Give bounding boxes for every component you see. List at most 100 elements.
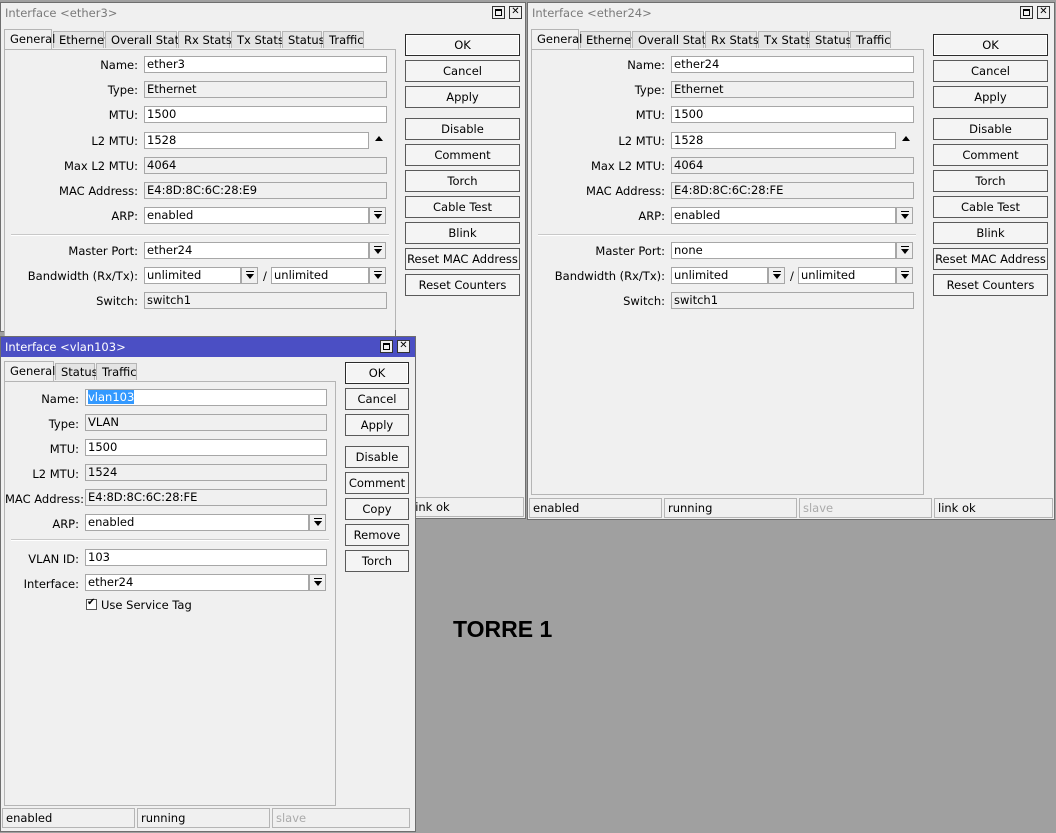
master-port-label: Master Port: xyxy=(595,244,665,258)
tab-overall-stats[interactable]: Overall Stats xyxy=(632,31,712,48)
arp-select[interactable]: enabled xyxy=(85,514,309,531)
torch-button[interactable]: Torch xyxy=(933,170,1048,192)
disable-button[interactable]: Disable xyxy=(933,118,1048,140)
service-tag-checkbox[interactable] xyxy=(86,597,97,610)
disable-button[interactable]: Disable xyxy=(345,446,409,468)
tab-status[interactable]: Status xyxy=(55,363,98,380)
arp-select[interactable]: enabled xyxy=(671,207,896,224)
mtu-field[interactable]: 1500 xyxy=(671,106,914,123)
chevron-down-icon[interactable] xyxy=(369,267,386,284)
cancel-button[interactable]: Cancel xyxy=(405,60,520,82)
l2mtu-field[interactable]: 1528 xyxy=(144,132,369,149)
ok-button[interactable]: OK xyxy=(345,362,409,384)
torch-button[interactable]: Torch xyxy=(345,550,409,572)
maximize-icon[interactable] xyxy=(1020,6,1033,19)
tab-rx-stats[interactable]: Rx Stats xyxy=(705,31,759,48)
collapse-up-icon[interactable] xyxy=(902,136,910,141)
bandwidth-tx-select[interactable]: unlimited xyxy=(798,267,896,284)
mtu-field[interactable]: 1500 xyxy=(85,439,327,456)
vlan-id-field[interactable]: 103 xyxy=(85,549,327,566)
cable-test-button[interactable]: Cable Test xyxy=(933,196,1048,218)
bandwidth-label: Bandwidth (Rx/Tx): xyxy=(554,269,665,283)
bandwidth-rx-select[interactable]: unlimited xyxy=(671,267,768,284)
mtu-label: MTU: xyxy=(635,108,665,122)
chevron-down-icon[interactable] xyxy=(896,207,913,224)
maximize-icon[interactable] xyxy=(380,340,393,353)
cable-test-button[interactable]: Cable Test xyxy=(405,196,520,218)
blink-button[interactable]: Blink xyxy=(405,222,520,244)
maximize-icon[interactable] xyxy=(492,6,505,19)
collapse-up-icon[interactable] xyxy=(375,136,383,141)
tab-status[interactable]: Status xyxy=(282,31,325,48)
name-field[interactable]: ether3 xyxy=(144,56,387,73)
type-label: Type: xyxy=(48,417,79,431)
chevron-down-icon[interactable] xyxy=(309,574,326,591)
chevron-down-icon[interactable] xyxy=(241,267,258,284)
window-title: Interface <ether3> xyxy=(1,3,525,23)
close-icon[interactable]: ✕ xyxy=(1037,6,1050,19)
tab-status[interactable]: Status xyxy=(809,31,852,48)
tab-ethernet[interactable]: Ethernet xyxy=(580,31,636,48)
mac-field: E4:8D:8C:6C:28:FE xyxy=(85,489,327,506)
tab-general[interactable]: General xyxy=(531,29,582,49)
apply-button[interactable]: Apply xyxy=(933,86,1048,108)
chevron-down-icon[interactable] xyxy=(369,242,386,259)
vlan-id-label: VLAN ID: xyxy=(28,552,79,566)
l2mtu-label: L2 MTU: xyxy=(91,134,138,148)
apply-button[interactable]: Apply xyxy=(405,86,520,108)
disable-button[interactable]: Disable xyxy=(405,118,520,140)
tab-general[interactable]: General xyxy=(4,361,55,381)
l2mtu-field[interactable]: 1528 xyxy=(671,132,896,149)
apply-button[interactable]: Apply xyxy=(345,414,409,436)
ok-button[interactable]: OK xyxy=(405,34,520,56)
tab-traffic[interactable]: Traffic xyxy=(850,31,891,48)
close-icon[interactable]: ✕ xyxy=(509,6,522,19)
blink-button[interactable]: Blink xyxy=(933,222,1048,244)
close-icon[interactable]: ✕ xyxy=(397,340,410,353)
bandwidth-rx-select[interactable]: unlimited xyxy=(144,267,241,284)
name-value: vlan103 xyxy=(88,390,135,404)
type-field: Ethernet xyxy=(144,81,387,98)
copy-button[interactable]: Copy xyxy=(345,498,409,520)
l2mtu-label: L2 MTU: xyxy=(32,467,79,481)
mtu-label: MTU: xyxy=(108,108,138,122)
chevron-down-icon[interactable] xyxy=(896,267,913,284)
tab-tx-stats[interactable]: Tx Stats xyxy=(231,31,284,48)
chevron-down-icon[interactable] xyxy=(768,267,785,284)
max-l2mtu-field: 4064 xyxy=(671,157,914,174)
switch-label: Switch: xyxy=(623,294,665,308)
tab-traffic[interactable]: Traffic xyxy=(96,363,137,380)
caption-text: TORRE 1 xyxy=(453,616,553,642)
tab-traffic[interactable]: Traffic xyxy=(323,31,364,48)
name-field[interactable]: ether24 xyxy=(671,56,914,73)
comment-button[interactable]: Comment xyxy=(345,472,409,494)
remove-button[interactable]: Remove xyxy=(345,524,409,546)
tab-rx-stats[interactable]: Rx Stats xyxy=(178,31,232,48)
mtu-label: MTU: xyxy=(49,442,79,456)
cancel-button[interactable]: Cancel xyxy=(345,388,409,410)
comment-button[interactable]: Comment xyxy=(405,144,520,166)
mtu-field[interactable]: 1500 xyxy=(144,106,387,123)
torch-button[interactable]: Torch xyxy=(405,170,520,192)
chevron-down-icon[interactable] xyxy=(369,207,386,224)
cancel-button[interactable]: Cancel xyxy=(933,60,1048,82)
reset-mac-button[interactable]: Reset MAC Address xyxy=(933,248,1048,270)
tab-general[interactable]: General xyxy=(4,29,55,49)
arp-select[interactable]: enabled xyxy=(144,207,369,224)
chevron-down-icon[interactable] xyxy=(896,242,913,259)
reset-counters-button[interactable]: Reset Counters xyxy=(405,274,520,296)
tab-tx-stats[interactable]: Tx Stats xyxy=(758,31,811,48)
bandwidth-tx-select[interactable]: unlimited xyxy=(271,267,369,284)
interface-select[interactable]: ether24 xyxy=(85,574,309,591)
type-label: Type: xyxy=(107,83,138,97)
name-field[interactable]: vlan103 xyxy=(85,389,327,406)
ok-button[interactable]: OK xyxy=(933,34,1048,56)
master-port-select[interactable]: none xyxy=(671,242,896,259)
reset-counters-button[interactable]: Reset Counters xyxy=(933,274,1048,296)
master-port-select[interactable]: ether24 xyxy=(144,242,369,259)
comment-button[interactable]: Comment xyxy=(933,144,1048,166)
tab-overall-stats[interactable]: Overall Stats xyxy=(105,31,185,48)
tab-ethernet[interactable]: Ethernet xyxy=(53,31,109,48)
chevron-down-icon[interactable] xyxy=(309,514,326,531)
reset-mac-button[interactable]: Reset MAC Address xyxy=(405,248,520,270)
